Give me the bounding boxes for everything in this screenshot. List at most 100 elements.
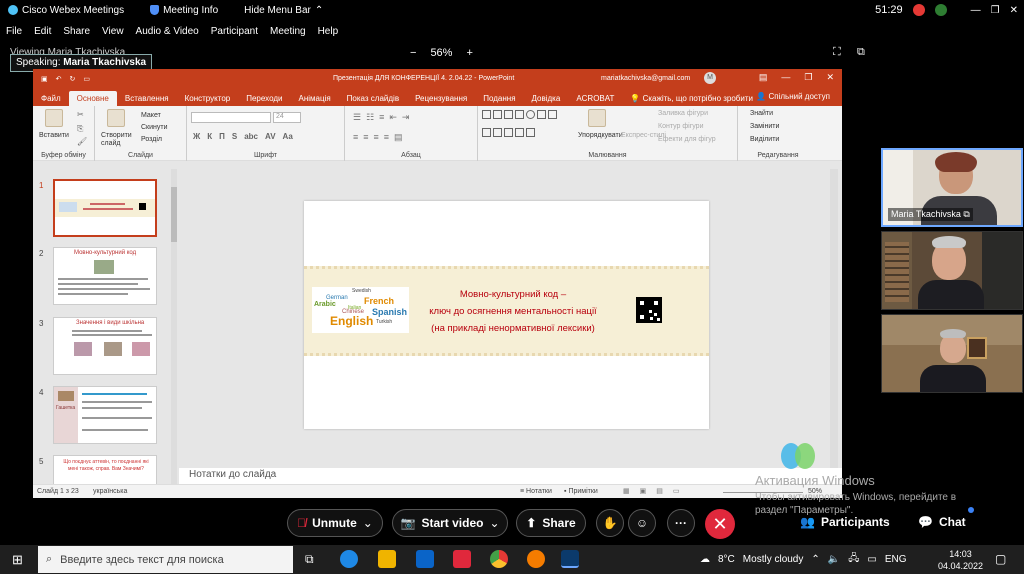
leave-meeting-button[interactable]: ✕: [705, 509, 735, 539]
shape-effects-button[interactable]: Ефекти для фігур: [658, 136, 716, 143]
shape-fill-button[interactable]: Заливка фігури: [658, 110, 708, 117]
bold-button[interactable]: Ж: [193, 132, 200, 141]
weather-text[interactable]: Mostly cloudy: [743, 554, 804, 565]
slide-thumbnail-2[interactable]: Мовно-культурний код: [53, 247, 157, 305]
ribbon-display-icon[interactable]: ▤: [759, 72, 768, 83]
find-button[interactable]: Знайти: [750, 110, 773, 117]
ppt-restore-icon[interactable]: ❐: [804, 72, 812, 83]
layout-button[interactable]: Макет: [141, 112, 161, 119]
app-icon[interactable]: [527, 550, 545, 568]
format-painter-icon[interactable]: 🖌: [77, 137, 87, 146]
edge-icon[interactable]: [340, 550, 358, 568]
video-tile-participant-2[interactable]: [881, 231, 1023, 310]
section-button[interactable]: Розділ: [141, 136, 162, 143]
menu-view[interactable]: View: [102, 26, 124, 37]
tab-home[interactable]: Основне: [68, 91, 117, 106]
raise-hand-button[interactable]: ✋: [596, 509, 624, 537]
arrange-button[interactable]: [588, 109, 606, 129]
tab-help[interactable]: Довідка: [524, 91, 569, 106]
participants-button[interactable]: 👥 Participants: [800, 515, 890, 529]
redo-icon[interactable]: ↻: [70, 75, 76, 83]
shapes-gallery[interactable]: [482, 110, 562, 144]
chevron-down-icon[interactable]: ⌄: [363, 516, 373, 530]
slide-thumbnail-3[interactable]: Значення і види шкільна: [53, 317, 157, 375]
reset-button[interactable]: Скинути: [141, 124, 168, 131]
cut-icon[interactable]: ✂: [77, 110, 84, 119]
save-icon[interactable]: ▣: [41, 75, 48, 83]
store-icon[interactable]: [453, 550, 471, 568]
shape-outline-button[interactable]: Контур фігури: [658, 123, 703, 130]
slide-notes-pane[interactable]: Нотатки до слайда: [179, 468, 842, 484]
undo-icon[interactable]: ↶: [56, 75, 62, 83]
tab-design[interactable]: Конструктор: [177, 91, 239, 106]
avatar[interactable]: M: [704, 72, 716, 84]
tab-acrobat[interactable]: ACROBAT: [568, 91, 622, 106]
shadow-button[interactable]: S: [232, 132, 237, 141]
taskbar-search-input[interactable]: ⌕ Введите здесь текст для поиска: [38, 546, 293, 573]
new-slide-button[interactable]: [107, 109, 125, 129]
language-indicator[interactable]: ENG: [885, 554, 907, 565]
slide-thumbnail-1[interactable]: [53, 179, 157, 237]
chrome-icon[interactable]: [490, 550, 508, 568]
zoom-out-button[interactable]: −: [410, 47, 416, 59]
chevron-up-icon[interactable]: ⌃: [811, 554, 819, 565]
more-options-button[interactable]: ···: [667, 509, 695, 537]
battery-icon[interactable]: ▭: [867, 554, 876, 565]
menu-share[interactable]: Share: [63, 26, 90, 37]
ppt-minimize-icon[interactable]: —: [781, 72, 790, 83]
unmute-button[interactable]: 🎙̸ Unmute ⌄: [287, 509, 383, 537]
scrollbar-thumb[interactable]: [171, 187, 177, 242]
windows-start-icon[interactable]: ⊞: [12, 552, 23, 568]
layout-icon[interactable]: ⛶: [833, 46, 841, 59]
strikethrough-button[interactable]: abc: [244, 132, 258, 141]
replace-button[interactable]: Замінити: [750, 123, 779, 130]
tab-review[interactable]: Рецензування: [407, 91, 475, 106]
tab-animations[interactable]: Анімація: [290, 91, 338, 106]
font-family-select[interactable]: [191, 112, 271, 123]
notes-button[interactable]: ≡ Нотатки: [520, 488, 552, 495]
menu-audio-video[interactable]: Audio & Video: [136, 26, 199, 37]
select-button[interactable]: Виділити: [750, 136, 779, 143]
share-access-button[interactable]: 👤 Спільний доступ: [756, 92, 830, 101]
tab-insert[interactable]: Вставлення: [117, 91, 177, 106]
copy-icon[interactable]: ⎘: [77, 124, 83, 134]
underline-button[interactable]: П: [219, 132, 225, 141]
slideshow-icon[interactable]: ▭: [83, 75, 90, 83]
zoom-in-button[interactable]: +: [466, 47, 472, 59]
restore-icon[interactable]: ❐: [991, 5, 1000, 16]
close-icon[interactable]: ✕: [1010, 5, 1018, 16]
spacing-button[interactable]: AV: [265, 132, 276, 141]
file-explorer-icon[interactable]: [378, 550, 396, 568]
network-icon[interactable]: 🖧: [848, 551, 859, 568]
speaker-icon[interactable]: 🔈: [828, 554, 840, 565]
ppt-close-icon[interactable]: ✕: [826, 72, 834, 83]
share-button[interactable]: ⬆ Share: [516, 509, 586, 537]
start-video-button[interactable]: 📷 Start video ⌄: [392, 509, 508, 537]
chat-button[interactable]: 💬 Chat: [918, 515, 966, 529]
minimize-icon[interactable]: —: [971, 5, 981, 16]
menu-file[interactable]: File: [6, 26, 22, 37]
tab-view[interactable]: Подання: [475, 91, 523, 106]
reactions-button[interactable]: ☺: [628, 509, 656, 537]
menu-participant[interactable]: Participant: [211, 26, 258, 37]
hide-menu-bar-button[interactable]: Hide Menu Bar ⌃: [244, 5, 323, 16]
case-button[interactable]: Aa: [283, 132, 293, 141]
notifications-icon[interactable]: ▢: [995, 552, 1006, 566]
paste-button[interactable]: [45, 109, 63, 129]
video-tile-participant-3[interactable]: [881, 314, 1023, 393]
thumbnail-scrollbar[interactable]: [171, 169, 177, 484]
slide-scrollbar[interactable]: [830, 169, 838, 468]
list-buttons[interactable]: ☰☷≡⇤⇥: [353, 112, 414, 123]
mail-icon[interactable]: [416, 550, 434, 568]
tab-file[interactable]: Файл: [33, 91, 69, 106]
comments-button[interactable]: ▪ Примітки: [564, 488, 598, 495]
chevron-down-icon[interactable]: ⌄: [489, 516, 499, 530]
tab-slideshow[interactable]: Показ слайдів: [339, 91, 407, 106]
tab-transitions[interactable]: Переходи: [238, 91, 290, 106]
popout-icon[interactable]: ⧉: [857, 46, 865, 59]
font-size-select[interactable]: 24: [273, 112, 301, 123]
language-indicator[interactable]: українська: [93, 488, 127, 495]
view-buttons[interactable]: ▦▣▤▭: [623, 487, 689, 495]
task-view-icon[interactable]: ⧉: [305, 552, 314, 567]
menu-edit[interactable]: Edit: [34, 26, 51, 37]
